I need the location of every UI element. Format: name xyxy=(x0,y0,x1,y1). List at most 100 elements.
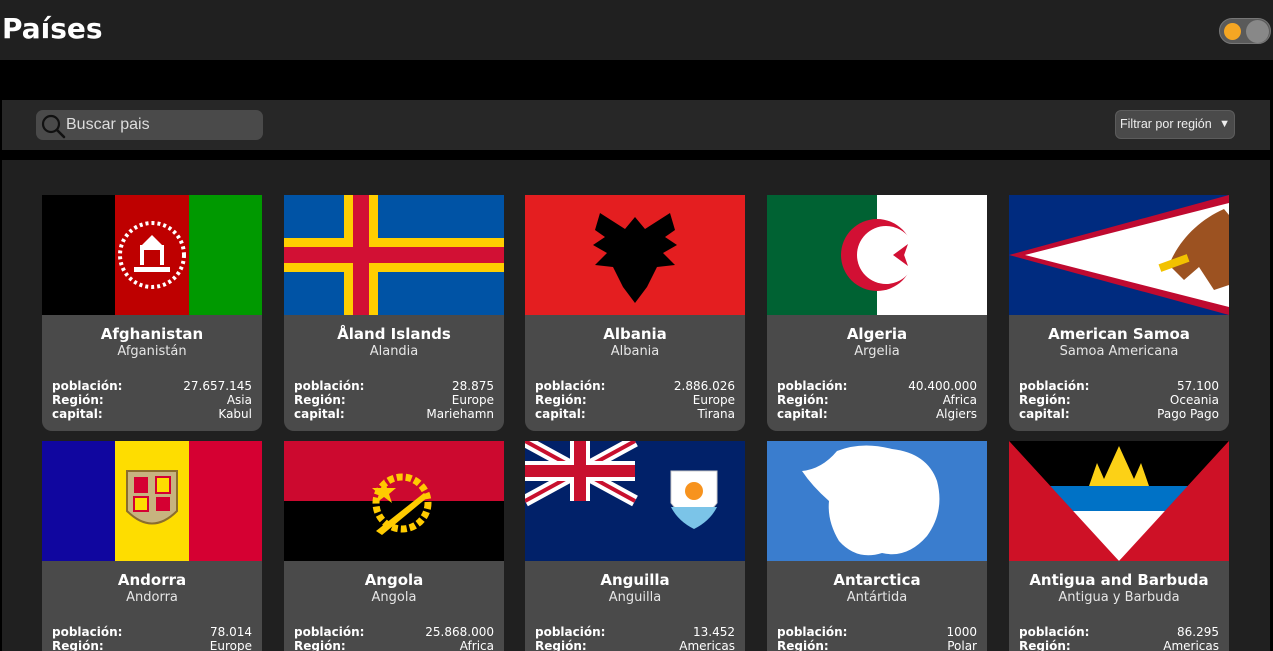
country-card[interactable]: Antarctica Antártida población: 1000 Regi… xyxy=(767,441,987,651)
country-name: Algeria xyxy=(846,325,908,343)
population-value: 13.452 xyxy=(693,625,735,639)
country-name: Andorra xyxy=(117,571,187,589)
country-card[interactable]: Afghanistan Afganistán población: 27.657.… xyxy=(42,195,262,431)
population-label: población: xyxy=(535,625,606,639)
country-name: Antigua and Barbuda xyxy=(1029,571,1209,589)
region-label: Región: xyxy=(777,393,829,407)
search-icon xyxy=(41,114,66,139)
flag-afghanistan xyxy=(42,195,262,315)
region-value: Polar xyxy=(947,639,977,651)
country-card[interactable]: Algeria Argelia población: 40.400.000 Reg… xyxy=(767,195,987,431)
country-name: Anguilla xyxy=(600,571,670,589)
region-label: Región: xyxy=(1019,639,1071,651)
region-value: Asia xyxy=(226,393,252,407)
country-name-es: Andorra xyxy=(126,590,178,605)
page-title: Países xyxy=(2,12,103,45)
country-name: Antarctica xyxy=(833,571,921,589)
country-name-es: Anguilla xyxy=(608,590,662,605)
region-value: Europe xyxy=(451,393,494,407)
country-name: Åland Islands xyxy=(337,325,451,343)
toggle-knob xyxy=(1246,20,1269,43)
capital-label: capital: xyxy=(777,407,828,421)
population-value: 2.886.026 xyxy=(673,379,735,393)
region-value: Africa xyxy=(942,393,977,407)
region-filter-select[interactable]: Filtrar por región ▼ xyxy=(1115,110,1235,139)
flag-american-samoa xyxy=(1009,195,1229,315)
country-card[interactable]: American Samoa Samoa Americana población… xyxy=(1009,195,1229,431)
population-label: población: xyxy=(52,625,123,639)
country-card[interactable]: Andorra Andorra población: 78.014 Región:… xyxy=(42,441,262,651)
country-name-es: Argelia xyxy=(854,344,900,359)
country-name: American Samoa xyxy=(1048,325,1190,343)
region-filter-label: Filtrar por región xyxy=(1120,117,1212,131)
theme-toggle[interactable] xyxy=(1219,18,1271,44)
country-name: Angola xyxy=(364,571,424,589)
header-bar: Países xyxy=(0,0,1273,60)
population-value: 57.100 xyxy=(1177,379,1219,393)
region-label: Región: xyxy=(535,639,587,651)
country-card[interactable]: Åland Islands Alandia población: 28.875 R… xyxy=(284,195,504,431)
region-value: Europe xyxy=(692,393,735,407)
search-input[interactable] xyxy=(66,113,256,137)
flag-algeria xyxy=(767,195,987,315)
country-name-es: Samoa Americana xyxy=(1059,344,1179,359)
flag-andorra xyxy=(42,441,262,561)
population-value: 25.868.000 xyxy=(425,625,494,639)
population-label: población: xyxy=(52,379,123,393)
country-name-es: Albania xyxy=(610,344,660,359)
flag-aland-islands xyxy=(284,195,504,315)
region-value: Europe xyxy=(209,639,252,651)
toggle-dot-icon xyxy=(1224,23,1241,40)
population-label: población: xyxy=(535,379,606,393)
chevron-down-icon: ▼ xyxy=(1219,118,1230,130)
flag-antigua-and-barbuda xyxy=(1009,441,1229,561)
region-label: Región: xyxy=(777,639,829,651)
population-label: población: xyxy=(1019,625,1090,639)
capital-value: Mariehamn xyxy=(426,407,494,421)
country-name-es: Alandia xyxy=(369,344,419,359)
country-name-es: Afganistán xyxy=(117,344,187,359)
country-card[interactable]: Angola Angola población: 25.868.000 Regió… xyxy=(284,441,504,651)
country-grid: Afghanistan Afganistán población: 27.657.… xyxy=(2,160,1270,651)
region-label: Región: xyxy=(294,639,346,651)
country-name-es: Antártida xyxy=(846,590,908,605)
country-card[interactable]: Anguilla Anguilla población: 13.452 Regió… xyxy=(525,441,745,651)
region-value: Americas xyxy=(1163,639,1219,651)
population-label: población: xyxy=(294,379,365,393)
population-value: 40.400.000 xyxy=(908,379,977,393)
region-label: Región: xyxy=(52,393,104,407)
capital-label: capital: xyxy=(52,407,103,421)
country-card[interactable]: Albania Albania población: 2.886.026 Regi… xyxy=(525,195,745,431)
capital-value: Algiers xyxy=(935,407,977,421)
country-name: Afghanistan xyxy=(100,325,204,343)
country-name-es: Antigua y Barbuda xyxy=(1058,590,1180,605)
region-label: Región: xyxy=(294,393,346,407)
capital-value: Pago Pago xyxy=(1157,407,1219,421)
population-label: población: xyxy=(777,379,848,393)
population-label: población: xyxy=(294,625,365,639)
region-label: Región: xyxy=(1019,393,1071,407)
population-value: 27.657.145 xyxy=(183,379,252,393)
population-value: 1000 xyxy=(946,625,977,639)
capital-label: capital: xyxy=(294,407,345,421)
flag-antarctica xyxy=(767,441,987,561)
capital-label: capital: xyxy=(1019,407,1070,421)
flag-anguilla xyxy=(525,441,745,561)
population-value: 78.014 xyxy=(210,625,252,639)
region-value: Africa xyxy=(459,639,494,651)
capital-value: Tirana xyxy=(697,407,735,421)
capital-value: Kabul xyxy=(218,407,252,421)
search-box[interactable] xyxy=(36,110,263,140)
toolbar: Filtrar por región ▼ xyxy=(2,100,1270,150)
region-label: Región: xyxy=(52,639,104,651)
flag-angola xyxy=(284,441,504,561)
country-card[interactable]: Antigua and Barbuda Antigua y Barbuda po… xyxy=(1009,441,1229,651)
flag-albania xyxy=(525,195,745,315)
population-value: 86.295 xyxy=(1177,625,1219,639)
country-name-es: Angola xyxy=(371,590,417,605)
region-value: Americas xyxy=(679,639,735,651)
country-name: Albania xyxy=(603,325,667,343)
capital-label: capital: xyxy=(535,407,586,421)
population-label: población: xyxy=(777,625,848,639)
region-value: Oceania xyxy=(1169,393,1219,407)
